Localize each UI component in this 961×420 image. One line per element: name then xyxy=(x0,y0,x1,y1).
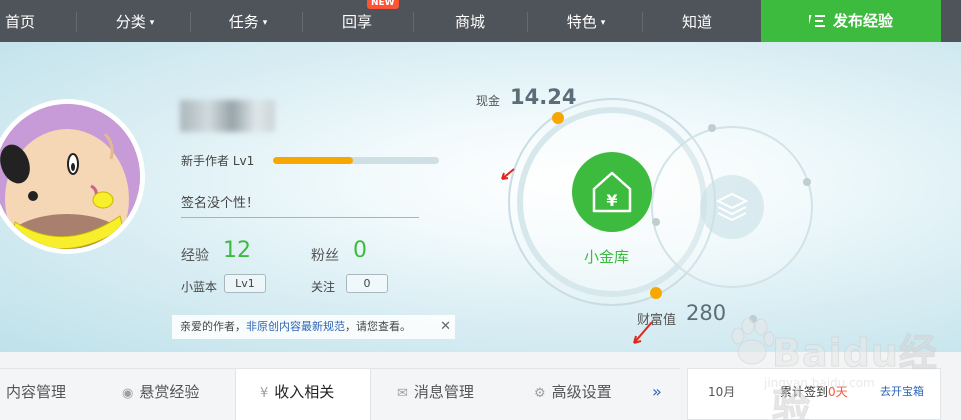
streak-value: 0天 xyxy=(828,385,848,399)
author-level-label: 新手作者 Lv1 xyxy=(181,154,255,168)
nav-divider xyxy=(302,12,303,32)
nav-zhidao[interactable]: 知道 xyxy=(670,0,724,42)
nav-tasks-label: 任务 xyxy=(228,13,259,31)
yen-icon: ¥ xyxy=(260,386,269,401)
chevron-down-icon: ▾ xyxy=(262,18,268,28)
notice-prefix: 亲爱的作者， xyxy=(180,320,246,333)
tab-bounty-experience[interactable]: ◉ 悬赏经验 xyxy=(122,369,232,420)
nav-category[interactable]: 分类 ▾ xyxy=(105,0,165,42)
nav-divider xyxy=(76,12,77,32)
nav-divider xyxy=(413,12,414,32)
experience-label: 经验 xyxy=(181,248,209,264)
close-icon[interactable]: ✕ xyxy=(440,315,451,339)
notice-link[interactable]: 非原创内容最新规范 xyxy=(246,320,345,333)
wealth-value: 280 xyxy=(686,301,727,325)
open-treasure-link[interactable]: 去开宝箱 xyxy=(880,383,924,399)
publish-label: 发布经验 xyxy=(832,12,893,30)
profile-banner: 新手作者 Lv1 签名没个性！ 经验 12 粉丝 0 小蓝本 Lv1 关注 0 … xyxy=(0,42,961,352)
yen-glyph: ¥ xyxy=(606,191,617,210)
tabs-more-button[interactable]: » xyxy=(652,369,662,415)
cartoon-avatar-image xyxy=(0,104,140,249)
envelope-icon: ✉ xyxy=(397,386,408,401)
tab-messages[interactable]: ✉ 消息管理 xyxy=(397,369,507,420)
chevron-down-icon: ▾ xyxy=(149,18,155,28)
level-progress-fill xyxy=(273,157,353,164)
chevron-down-icon: ▾ xyxy=(600,18,606,28)
tab-label: 消息管理 xyxy=(413,383,474,401)
wealth-label: 财富值 xyxy=(637,313,677,328)
coin-icon: ◉ xyxy=(122,386,134,401)
nav-mall[interactable]: 商城 xyxy=(442,0,498,42)
orbit-gold-dot xyxy=(552,112,564,124)
blue-book-label: 小蓝本 xyxy=(181,280,218,294)
vault-label[interactable]: 小金库 xyxy=(584,246,629,267)
tab-label: 内容管理 xyxy=(6,383,67,401)
level-progress-bar xyxy=(273,157,439,164)
profile-tabs: 内容管理 ◉ 悬赏经验 ¥ 收入相关 ✉ 消息管理 ⚙ 高级设置 » xyxy=(0,368,680,420)
checkin-streak: 累计签到0天 xyxy=(780,383,848,400)
nav-category-label: 分类 xyxy=(115,13,146,31)
edit-list-icon xyxy=(805,15,825,27)
username-blurred xyxy=(180,100,275,132)
new-badge: NEW xyxy=(367,0,399,9)
avatar[interactable] xyxy=(0,99,145,254)
blue-book-level[interactable]: Lv1 xyxy=(224,274,266,293)
gear-icon: ⚙ xyxy=(534,386,546,401)
tab-advanced-settings[interactable]: ⚙ 高级设置 xyxy=(534,369,644,420)
publish-experience-button[interactable]: 发布经验 xyxy=(761,0,941,42)
experience-value[interactable]: 12 xyxy=(223,238,251,263)
fans-label: 粉丝 xyxy=(311,248,339,264)
fans-value[interactable]: 0 xyxy=(353,238,367,263)
top-nav: 首页 分类 ▾ 任务 ▾ 回享 NEW 商城 特色 ▾ 知道 发布经验 xyxy=(0,0,961,42)
nav-tasks[interactable]: 任务 ▾ xyxy=(218,0,278,42)
streak-prefix: 累计签到 xyxy=(780,385,829,399)
author-notice: 亲爱的作者，非原创内容最新规范，请您查看。 ✕ xyxy=(172,315,455,339)
nav-features[interactable]: 特色 ▾ xyxy=(556,0,616,42)
nav-features-label: 特色 xyxy=(566,13,597,31)
nav-home[interactable]: 首页 xyxy=(0,0,40,42)
notice-suffix: ，请您查看。 xyxy=(345,320,411,333)
signature-field[interactable]: 签名没个性！ xyxy=(181,192,419,218)
checkin-month: 10月 xyxy=(708,385,736,399)
orbit-gold-dot xyxy=(650,287,662,299)
nav-divider xyxy=(642,12,643,32)
nav-divider xyxy=(527,12,528,32)
tab-label: 悬赏经验 xyxy=(139,383,200,401)
follow-label: 关注 xyxy=(311,280,336,294)
tab-content-management[interactable]: 内容管理 xyxy=(6,369,106,420)
nav-divider xyxy=(190,12,191,32)
follow-count[interactable]: 0 xyxy=(346,274,388,293)
tab-label: 收入相关 xyxy=(274,383,335,401)
checkin-panel: 10月 累计签到0天 去开宝箱 xyxy=(687,368,941,420)
tab-label: 高级设置 xyxy=(551,383,612,401)
tab-income[interactable]: ¥ 收入相关 xyxy=(235,369,371,420)
